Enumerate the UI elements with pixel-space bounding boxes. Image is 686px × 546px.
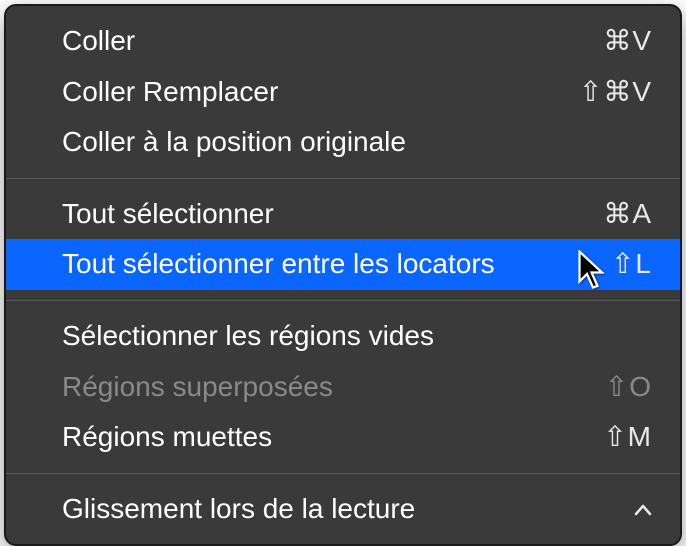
menu-item-overlapped-regions: Régions superposées ⇧O	[6, 362, 680, 413]
menu-item-label: Coller Remplacer	[62, 72, 562, 113]
menu-item-muted-regions[interactable]: Régions muettes ⇧M	[6, 412, 680, 463]
menu-item-label: Régions superposées	[62, 367, 562, 408]
menu-item-shortcut: ⇧L	[562, 244, 652, 285]
menu-item-select-all-between-locators[interactable]: Tout sélectionner entre les locators ⇧L	[6, 239, 680, 290]
menu-item-select-all[interactable]: Tout sélectionner ⌘A	[6, 189, 680, 240]
menu-item-label: Coller	[62, 21, 562, 62]
context-menu: Coller ⌘V Coller Remplacer ⇧⌘V Coller à …	[4, 4, 682, 546]
menu-item-paste[interactable]: Coller ⌘V	[6, 16, 680, 67]
menu-item-label: Tout sélectionner	[62, 194, 562, 235]
menu-item-label: Glissement lors de la lecture	[62, 489, 622, 530]
submenu-indicator-icon	[622, 493, 652, 525]
menu-item-label: Coller à la position originale	[62, 122, 562, 163]
menu-item-label: Régions muettes	[62, 417, 562, 458]
menu-separator	[6, 300, 680, 301]
menu-item-shortcut: ⌘A	[562, 194, 652, 235]
menu-item-label: Tout sélectionner entre les locators	[62, 244, 562, 285]
menu-item-label: Sélectionner les régions vides	[62, 316, 562, 357]
menu-item-shortcut: ⌘V	[562, 21, 652, 62]
menu-separator	[6, 473, 680, 474]
menu-separator	[6, 178, 680, 179]
menu-item-select-empty-regions[interactable]: Sélectionner les régions vides	[6, 311, 680, 362]
menu-item-paste-original-position[interactable]: Coller à la position originale	[6, 117, 680, 168]
menu-item-shortcut: ⇧⌘V	[562, 72, 652, 113]
menu-item-paste-replace[interactable]: Coller Remplacer ⇧⌘V	[6, 67, 680, 118]
menu-item-shortcut: ⇧O	[562, 367, 652, 408]
menu-item-shortcut: ⇧M	[562, 417, 652, 458]
